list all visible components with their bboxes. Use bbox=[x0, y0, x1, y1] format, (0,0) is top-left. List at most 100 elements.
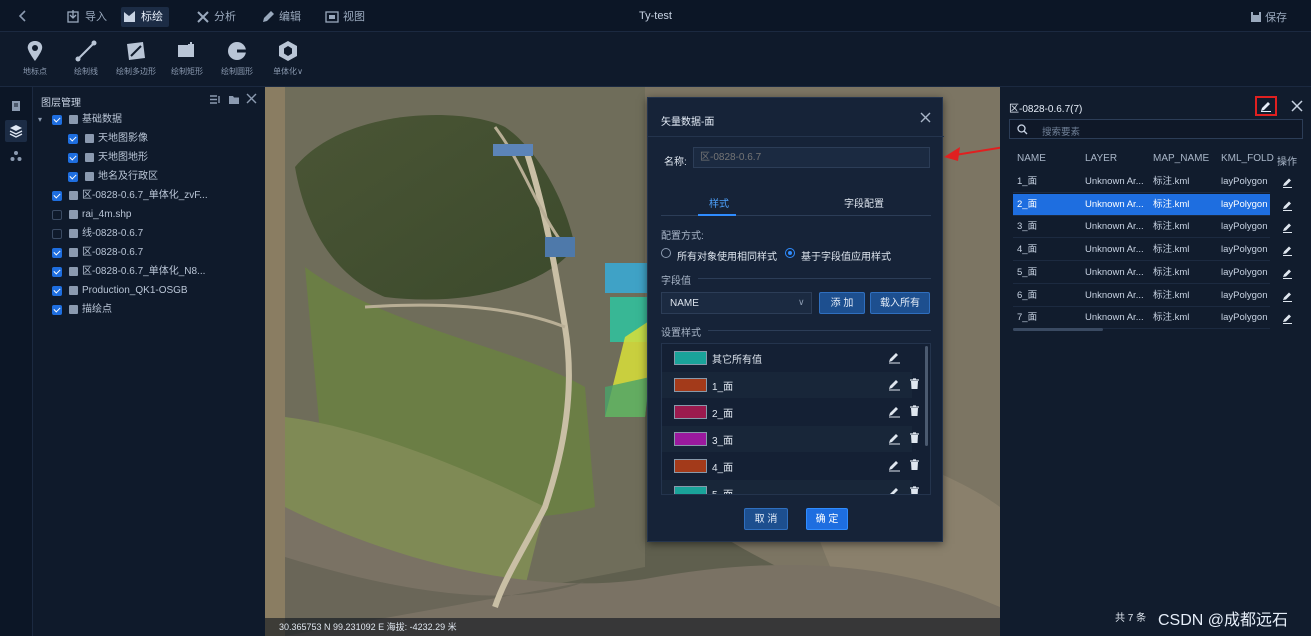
folder-add-icon[interactable] bbox=[228, 94, 240, 108]
column-header[interactable]: MAP_NAME bbox=[1153, 153, 1209, 164]
table-row[interactable]: 3_面 Unknown Ar... 标注.kml layPolygon bbox=[1013, 216, 1270, 239]
divider bbox=[648, 136, 944, 137]
table-row[interactable]: 4_面 Unknown Ar... 标注.kml layPolygon bbox=[1013, 239, 1270, 262]
layer-checkbox[interactable] bbox=[68, 134, 78, 144]
add-button[interactable]: 添 加 bbox=[819, 292, 865, 314]
layer-checkbox[interactable] bbox=[52, 229, 62, 239]
pencil-icon[interactable] bbox=[1282, 177, 1293, 191]
column-header[interactable]: KML_FOLD bbox=[1221, 153, 1274, 164]
tab-style[interactable]: 样式 bbox=[709, 195, 729, 210]
layer-checkbox[interactable] bbox=[52, 191, 62, 201]
color-swatch[interactable] bbox=[674, 459, 707, 473]
trash-icon[interactable] bbox=[909, 405, 920, 420]
layers-nav-button[interactable] bbox=[5, 120, 27, 142]
pencil-icon[interactable] bbox=[1282, 313, 1293, 327]
layer-label: 区-0828-0.6.7 bbox=[82, 247, 144, 258]
column-header[interactable]: NAME bbox=[1017, 153, 1046, 164]
pencil-icon[interactable] bbox=[1282, 222, 1293, 236]
edit-button[interactable] bbox=[1255, 96, 1277, 116]
layer-label: 区-0828-0.6.7_单体化_N8... bbox=[82, 266, 206, 277]
save-icon bbox=[1251, 12, 1261, 22]
radio-same[interactable] bbox=[661, 248, 671, 258]
pencil-icon bbox=[1261, 102, 1271, 112]
list-icon[interactable] bbox=[209, 94, 221, 108]
pencil-icon[interactable] bbox=[888, 405, 901, 421]
network-icon[interactable] bbox=[10, 150, 22, 165]
tool-circle[interactable]: 绘制圆形 bbox=[213, 40, 261, 77]
tool-rectangle[interactable]: 绘制矩形 bbox=[163, 40, 211, 77]
save-button[interactable]: 保存 bbox=[1250, 9, 1287, 25]
tool-label: 绘制线 bbox=[74, 67, 98, 76]
layer-checkbox[interactable] bbox=[52, 115, 62, 125]
layer-checkbox[interactable] bbox=[52, 286, 62, 296]
layer-checkbox[interactable] bbox=[52, 267, 62, 277]
tool-label: 绘制多边形 bbox=[116, 67, 156, 76]
tool-monomer[interactable]: 单体化∨ bbox=[264, 40, 312, 77]
search-field[interactable]: 搜索要素 bbox=[1009, 119, 1303, 139]
tab-field-config[interactable]: 字段配置 bbox=[844, 195, 884, 210]
tool-landmark[interactable]: 地标点 bbox=[11, 40, 59, 77]
table-row[interactable]: 6_面 Unknown Ar... 标注.kml layPolygon bbox=[1013, 285, 1270, 307]
pencil-icon[interactable] bbox=[1282, 245, 1293, 259]
table-cell: 1_面 bbox=[1017, 176, 1038, 187]
pencil-icon[interactable] bbox=[1282, 268, 1293, 282]
pencil-icon[interactable] bbox=[1282, 200, 1293, 214]
trash-icon[interactable] bbox=[909, 459, 920, 474]
close-icon[interactable] bbox=[1291, 100, 1303, 115]
style-label: 3_面 bbox=[712, 436, 734, 447]
table-row[interactable]: 1_面 Unknown Ar... 标注.kml layPolygon bbox=[1013, 171, 1270, 193]
document-icon[interactable] bbox=[10, 100, 22, 115]
column-header[interactable]: LAYER bbox=[1085, 153, 1117, 164]
pencil-icon[interactable] bbox=[1282, 291, 1293, 305]
style-row: 3_面 bbox=[662, 426, 919, 452]
pencil-icon[interactable] bbox=[888, 351, 901, 367]
pencil-icon[interactable] bbox=[888, 378, 901, 394]
trash-icon[interactable] bbox=[909, 486, 920, 494]
color-swatch[interactable] bbox=[674, 351, 707, 365]
trash-icon[interactable] bbox=[909, 378, 920, 393]
table-cell: layPolygon bbox=[1221, 312, 1268, 324]
column-header: 操作 bbox=[1277, 157, 1297, 168]
color-swatch[interactable] bbox=[674, 405, 707, 419]
tool-line[interactable]: 绘制线 bbox=[62, 40, 110, 77]
table-row[interactable]: 7_面 Unknown Ar... 标注.kml layPolygon bbox=[1013, 307, 1270, 330]
table-row[interactable]: 2_面 Unknown Ar... 标注.kml layPolygon bbox=[1013, 193, 1270, 216]
ok-button[interactable]: 确 定 bbox=[806, 508, 848, 530]
style-label: 2_面 bbox=[712, 409, 734, 420]
image-layer-icon bbox=[85, 134, 94, 143]
cancel-button[interactable]: 取 消 bbox=[744, 508, 788, 530]
tool-label: 绘制矩形 bbox=[171, 67, 203, 76]
table-cell: 2_面 bbox=[1017, 198, 1038, 210]
horizontal-scrollbar[interactable] bbox=[1013, 328, 1103, 331]
table-cell: Unknown Ar... bbox=[1085, 266, 1144, 278]
pencil-icon[interactable] bbox=[888, 486, 901, 494]
table-cell: Unknown Ar... bbox=[1085, 312, 1144, 324]
layer-checkbox[interactable] bbox=[68, 153, 78, 163]
color-swatch[interactable] bbox=[674, 432, 707, 446]
top-menu-bar: 导入 标绘 分析 编辑 视图 Ty-test 保存 bbox=[0, 0, 1311, 32]
scrollbar[interactable] bbox=[925, 346, 928, 446]
radio-same-label[interactable]: 所有对象使用相同样式 bbox=[677, 248, 777, 263]
expand-arrow-icon[interactable]: ▾ bbox=[38, 111, 42, 129]
pencil-icon[interactable] bbox=[888, 432, 901, 448]
tool-polygon[interactable]: 绘制多边形 bbox=[112, 40, 160, 77]
radio-field-label[interactable]: 基于字段值应用样式 bbox=[801, 248, 891, 263]
color-swatch[interactable] bbox=[674, 486, 707, 494]
style-label: 1_面 bbox=[712, 382, 734, 393]
color-swatch[interactable] bbox=[674, 378, 707, 392]
name-input[interactable] bbox=[693, 147, 930, 168]
table-cell: 5_面 bbox=[1017, 266, 1038, 278]
config-label: 配置方式: bbox=[661, 231, 704, 242]
trash-icon[interactable] bbox=[909, 432, 920, 447]
load-all-button[interactable]: 载入所有 bbox=[870, 292, 930, 314]
field-select[interactable]: NAME ∨ bbox=[661, 292, 812, 314]
layer-checkbox[interactable] bbox=[52, 210, 62, 220]
layer-checkbox[interactable] bbox=[68, 172, 78, 182]
pencil-icon[interactable] bbox=[888, 459, 901, 475]
layer-checkbox[interactable] bbox=[52, 305, 62, 315]
close-icon[interactable] bbox=[246, 93, 257, 107]
radio-field[interactable] bbox=[785, 248, 795, 258]
table-cell: layPolygon bbox=[1221, 221, 1268, 233]
table-row[interactable]: 5_面 Unknown Ar... 标注.kml layPolygon bbox=[1013, 262, 1270, 284]
layer-checkbox[interactable] bbox=[52, 248, 62, 258]
